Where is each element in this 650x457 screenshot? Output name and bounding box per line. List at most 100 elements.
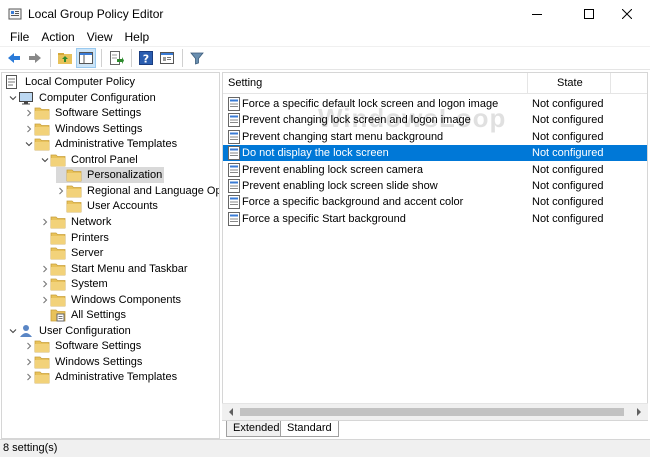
status-bar: 8 setting(s) [0,439,650,457]
chevron-right-icon[interactable] [24,338,34,354]
scroll-left-button[interactable] [222,404,239,420]
chevron-right-icon[interactable] [40,261,50,277]
tree-item-control-panel[interactable]: Control Panel [40,152,140,168]
folder-icon [34,136,50,152]
tree-item-label: Software Settings [55,107,142,120]
scrollbar-thumb[interactable] [240,408,624,416]
chevron-right-icon[interactable] [24,105,34,121]
computer-icon [18,90,34,106]
up-button[interactable] [55,48,75,68]
column-header-state[interactable]: State [557,73,583,94]
export-list-button[interactable] [106,48,126,68]
tree-item-windows-settings[interactable]: Windows Settings [24,121,144,137]
tree-item-windows-components[interactable]: Windows Components [40,292,183,308]
tree-item-windows-settings[interactable]: Windows Settings [24,354,144,370]
tree-item-user-accounts[interactable]: User Accounts [56,198,160,214]
all-settings-icon [50,307,66,323]
chevron-down-icon[interactable] [40,152,50,168]
properties-button[interactable] [157,48,177,68]
folder-icon [50,214,66,230]
scroll-right-icon [636,408,641,416]
setting-row[interactable]: Force a specific Start background Not con… [223,211,647,227]
chevron-down-icon[interactable] [8,323,18,339]
menu-file[interactable]: File [0,28,35,46]
column-divider[interactable] [610,73,611,94]
filter-button[interactable] [187,48,207,68]
column-header-setting[interactable]: Setting [228,73,262,94]
navigation-tree[interactable]: Local Computer Policy Computer Configurat… [1,72,220,439]
policy-setting-icon [227,97,241,111]
folder-icon [34,121,50,137]
folder-icon [50,261,66,277]
menu-view[interactable]: View [81,28,119,46]
setting-row[interactable]: Prevent changing lock screen and logon i… [223,112,647,128]
tree-item-administrative-templates[interactable]: Administrative Templates [24,136,179,152]
tree-item-label: Server [71,247,104,260]
toolbar-separator [182,49,183,67]
menu-action[interactable]: Action [35,28,80,46]
minimize-button[interactable] [514,0,560,28]
setting-row[interactable]: Force a specific background and accent c… [223,194,647,210]
tree-item-administrative-templates[interactable]: Administrative Templates [24,369,179,385]
chevron-right-icon[interactable] [24,121,34,137]
folder-icon [50,245,66,261]
tree-item-label: Windows Settings [55,355,143,368]
policy-setting-icon [227,179,241,193]
tree-item-server[interactable]: Server [40,245,105,261]
tab-standard[interactable]: Standard [280,421,339,437]
tree-item-software-settings[interactable]: Software Settings [24,105,143,121]
setting-row[interactable]: Do not display the lock screen Not config… [223,145,647,162]
folder-icon [34,369,50,385]
back-button[interactable] [4,48,24,68]
chevron-right-icon[interactable] [40,292,50,308]
chevron-down-icon[interactable] [24,136,34,152]
menu-bar: File Action View Help [0,28,650,46]
menu-help[interactable]: Help [119,28,156,46]
setting-name: Force a specific Start background [242,212,406,225]
tree-item-user-configuration[interactable]: User Configuration [8,323,133,339]
close-button[interactable] [604,0,650,28]
tree-item-start-menu-and-taskbar[interactable]: Start Menu and Taskbar [40,261,190,277]
tree-item-personalization[interactable]: Personalization [56,167,165,184]
chevron-right-icon[interactable] [40,276,50,292]
tab-extended[interactable]: Extended [226,421,287,437]
chevron-right-icon[interactable] [24,369,34,385]
tree-item-computer-configuration[interactable]: Computer Configuration [8,90,158,106]
setting-name: Prevent enabling lock screen slide show [242,180,438,192]
show-hide-tree-icon [79,52,93,64]
export-list-icon [110,51,124,65]
setting-state: Not configured [532,163,604,176]
column-divider[interactable] [527,73,528,94]
folder-icon [34,354,50,370]
setting-row[interactable]: Prevent enabling lock screen slide show N… [223,178,647,194]
chevron-right-icon[interactable] [24,354,34,370]
help-button[interactable]: ? [136,48,156,68]
tree-item-label: Personalization [85,167,165,184]
tree-item-system[interactable]: System [40,276,110,292]
tree-item-all-settings[interactable]: All Settings [40,307,128,323]
tree-item-label: User Configuration [39,324,131,337]
chevron-right-icon[interactable] [56,183,66,199]
horizontal-scrollbar[interactable] [222,403,648,420]
policy-setting-icon [227,162,241,177]
show-hide-tree-button[interactable] [76,48,96,68]
tree-item-software-settings[interactable]: Software Settings [24,338,143,354]
chevron-right-icon[interactable] [40,214,50,230]
setting-row[interactable]: Prevent changing start menu background No… [223,129,647,145]
setting-row[interactable]: Prevent enabling lock screen camera Not c… [223,162,647,178]
scroll-right-button[interactable] [630,404,647,420]
tree-item-regional-and-language-opt[interactable]: Regional and Language Opt [56,183,219,199]
chevron-down-icon[interactable] [8,90,18,106]
forward-button[interactable] [25,48,45,68]
window-title: Local Group Policy Editor [28,7,164,21]
setting-state: Not configured [532,180,604,192]
settings-list[interactable]: Setting State Force a specific default l… [222,72,648,421]
tree-item-network[interactable]: Network [40,214,113,230]
setting-row[interactable]: Force a specific default lock screen and… [223,96,647,112]
tree-item-printers[interactable]: Printers [40,230,111,246]
tree-item-local-computer-policy[interactable]: Local Computer Policy [4,74,137,90]
